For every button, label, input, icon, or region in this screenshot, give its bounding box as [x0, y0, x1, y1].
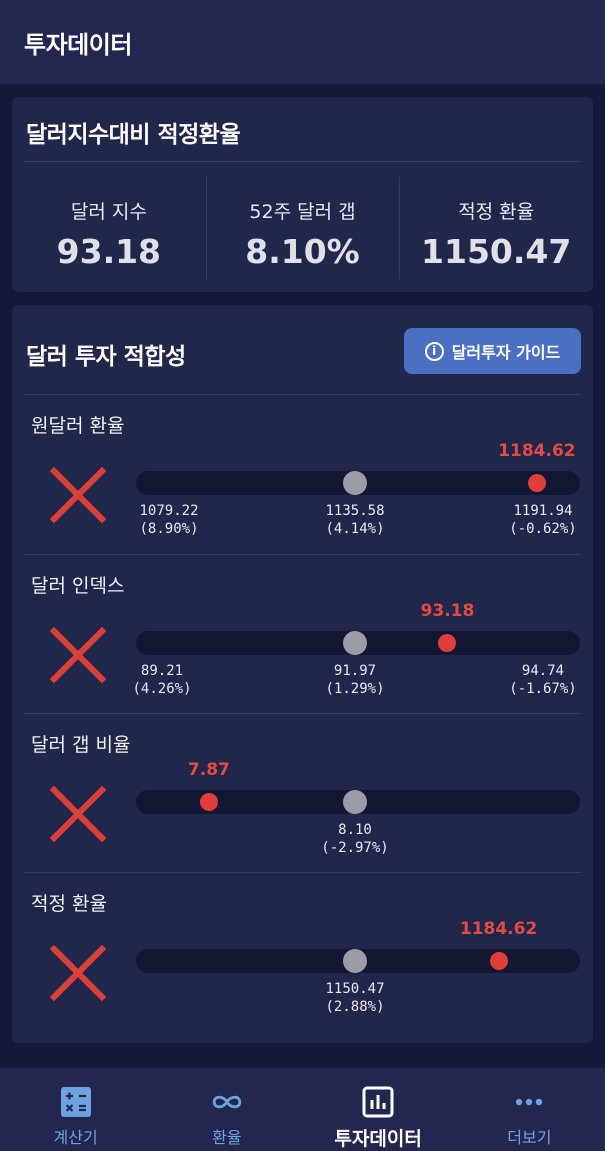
- tab-more[interactable]: 더보기: [454, 1068, 605, 1151]
- metric-dollar-index: 달러 지수 93.18: [12, 177, 206, 279]
- x-icon: [50, 945, 106, 1001]
- x-icon: [50, 627, 106, 683]
- tick-percent: (1.29%): [325, 681, 385, 697]
- fair-rate-title: 달러지수대비 적정환율: [26, 122, 241, 148]
- chart-icon: [362, 1086, 394, 1118]
- tick-percent: (4.14%): [325, 521, 385, 537]
- section-label: 달러 갭 비율: [31, 734, 131, 756]
- range-track: [136, 949, 580, 973]
- more-icon: [516, 1098, 543, 1106]
- metric-label: 달러 지수: [70, 201, 147, 223]
- investment-guide-button[interactable]: i 달러투자 가이드: [404, 328, 581, 374]
- range-track: [136, 631, 580, 655]
- current-value: 1184.62: [459, 919, 538, 939]
- tick-value: 1191.94: [513, 503, 573, 519]
- tick-percent: (2.88%): [325, 999, 385, 1015]
- tick-high: 94.74 (-1.67%): [509, 662, 576, 698]
- tab-label: 투자데이터: [334, 1128, 422, 1150]
- midpoint-marker: [343, 949, 367, 973]
- tab-label: 환율: [212, 1128, 242, 1147]
- tab-label: 계산기: [53, 1128, 98, 1147]
- current-marker: [199, 793, 218, 811]
- section-label: 원달러 환율: [31, 415, 125, 437]
- infinity-icon: [212, 1095, 242, 1109]
- midpoint-marker: [343, 471, 367, 495]
- app-header: 투자데이터: [0, 0, 605, 84]
- metric-value: 8.10%: [245, 232, 360, 271]
- tick-percent: (-2.97%): [321, 840, 389, 856]
- current-marker: [527, 474, 546, 492]
- metric-value: 93.18: [56, 232, 162, 271]
- tick-low: 1079.22 (8.90%): [139, 502, 198, 538]
- section-fair-rate: 적정 환율 1184.62 1150.47 (2.88%): [12, 873, 593, 1031]
- section-dollar-gap-ratio: 달러 갭 비율 7.87 8.10 (-2.97%): [12, 714, 593, 872]
- tick-mid: 1135.58 (4.14%): [325, 502, 384, 538]
- tick-percent: (8.90%): [139, 521, 199, 537]
- tick-mid: 8.10 (-2.97%): [321, 821, 388, 857]
- metric-value: 1150.47: [421, 232, 572, 271]
- midpoint-marker: [343, 790, 367, 814]
- section-krw-usd: 원달러 환율 1184.62 1079.22 (8.90%) 1135.58 (…: [12, 395, 593, 553]
- metric-label: 적정 환율: [458, 201, 535, 223]
- tick-high: 1191.94 (-0.62%): [509, 502, 576, 538]
- suitability-card: 달러 투자 적합성 i 달러투자 가이드 원달러 환율 1184.62 1079…: [12, 305, 593, 1043]
- current-value: 93.18: [420, 601, 475, 621]
- tick-mid: 1150.47 (2.88%): [325, 980, 384, 1016]
- fair-rate-card: 달러지수대비 적정환율 달러 지수 93.18 52주 달러 갭 8.10% 적…: [12, 97, 593, 292]
- range-track: [136, 471, 580, 495]
- x-icon: [50, 786, 106, 842]
- tab-investment-data[interactable]: 투자데이터: [303, 1068, 454, 1151]
- tick-value: 1150.47: [325, 981, 385, 997]
- current-value: 7.87: [187, 760, 230, 780]
- app-root: 투자데이터 달러지수대비 적정환율 달러 지수 93.18 52주 달러 갭 8…: [0, 0, 605, 1151]
- info-icon: i: [424, 341, 444, 361]
- current-marker: [438, 634, 457, 652]
- current-marker: [489, 952, 508, 970]
- tick-low: 89.21 (4.26%): [132, 662, 191, 698]
- section-label: 달러 인덱스: [31, 575, 125, 597]
- tab-label: 더보기: [507, 1128, 552, 1147]
- tick-value: 1079.22: [139, 503, 199, 519]
- tick-percent: (-0.62%): [509, 521, 577, 537]
- tick-value: 1135.58: [325, 503, 385, 519]
- x-icon: [50, 467, 106, 523]
- page-title: 투자데이터: [24, 30, 132, 59]
- section-label: 적정 환율: [31, 893, 107, 915]
- tick-percent: (-1.67%): [509, 681, 577, 697]
- tab-exchange-rate[interactable]: 환율: [151, 1068, 302, 1151]
- divider: [24, 161, 581, 162]
- section-dollar-index: 달러 인덱스 93.18 89.21 (4.26%) 91.97 (1.29%)…: [12, 555, 593, 713]
- metric-label: 52주 달러 갭: [249, 201, 356, 223]
- tick-value: 94.74: [521, 663, 565, 679]
- metric-52w-gap: 52주 달러 갭 8.10%: [205, 177, 400, 279]
- tick-value: 91.97: [333, 663, 377, 679]
- metrics-row: 달러 지수 93.18 52주 달러 갭 8.10% 적정 환율 1150.47: [12, 177, 593, 279]
- tab-calculator[interactable]: 계산기: [0, 1068, 151, 1151]
- tick-value: 8.10: [338, 822, 372, 838]
- bottom-tab-bar: 계산기 환율 투자데이터 더보기: [0, 1068, 605, 1151]
- guide-button-label: 달러투자 가이드: [451, 343, 561, 362]
- midpoint-marker: [343, 631, 367, 655]
- tick-value: 89.21: [140, 663, 184, 679]
- suitability-title: 달러 투자 적합성: [26, 344, 186, 370]
- range-track: [136, 790, 580, 814]
- calculator-icon: [60, 1087, 91, 1117]
- current-value: 1184.62: [498, 441, 576, 461]
- metric-fair-rate: 적정 환율 1150.47: [399, 177, 593, 279]
- tick-percent: (4.26%): [132, 681, 192, 697]
- tick-mid: 91.97 (1.29%): [325, 662, 384, 698]
